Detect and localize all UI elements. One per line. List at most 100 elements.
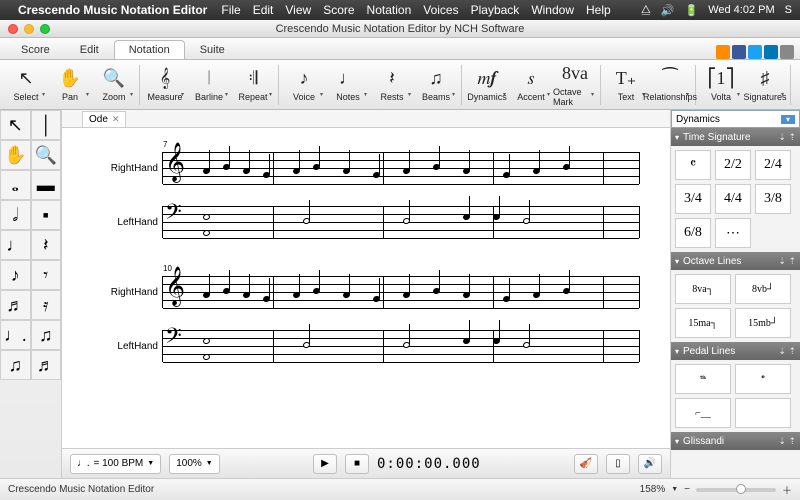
facebook-icon[interactable] xyxy=(732,45,746,59)
volume-icon[interactable]: 🔊 xyxy=(661,4,675,17)
ribbon-accent[interactable]: 𝆍 Accent ▾ xyxy=(509,62,553,108)
menu-playback[interactable]: Playback xyxy=(471,3,520,17)
panel-cell[interactable]: ⋯ xyxy=(715,218,751,248)
voice-icon: ♪ xyxy=(300,68,309,90)
ribbon-barline[interactable]: 𝄀 Barline ▾ xyxy=(187,62,231,108)
wifi-icon[interactable]: ⧋ xyxy=(641,4,651,17)
volume-button[interactable]: 🔊 xyxy=(638,454,662,474)
zoom-box[interactable]: 100% ▼ xyxy=(169,454,220,474)
ribbon-beams[interactable]: ♫ Beams ▾ xyxy=(414,62,458,108)
zoom-slider[interactable] xyxy=(696,488,776,492)
play-button[interactable]: ▶ xyxy=(313,454,337,474)
menu-view[interactable]: View xyxy=(285,3,311,17)
section-octave-lines[interactable]: ▾Octave Lines⇣ ⇡ xyxy=(671,252,800,270)
metronome-button[interactable]: ▯ xyxy=(606,454,630,474)
palette-cell[interactable]: ♪ xyxy=(0,260,31,290)
menu-score[interactable]: Score xyxy=(323,3,354,17)
palette-cell[interactable]: 𝄾 xyxy=(31,260,62,290)
ribbon-signatures[interactable]: ♯ Signatures ▾ xyxy=(743,62,787,108)
palette-cell[interactable]: ▪ xyxy=(31,200,62,230)
menu-file[interactable]: File xyxy=(221,3,240,17)
battery-icon[interactable]: 🔋 xyxy=(685,4,699,17)
ribbon-octave-mark[interactable]: 8va Octave Mark ▾ xyxy=(553,62,597,108)
palette-cell[interactable]: ♩. xyxy=(0,320,31,350)
ribbon-volta[interactable]: ⎡1⎤ Volta ▾ xyxy=(699,62,743,108)
panel-selector[interactable]: Dynamics▾ xyxy=(671,110,800,128)
ribbon-measure[interactable]: 𝄞 Measure ▾ xyxy=(143,62,187,108)
panel-cell[interactable]: ⌐__ xyxy=(675,398,731,428)
palette-cell[interactable]: ♬ xyxy=(31,350,62,380)
palette-cell[interactable]: ▬ xyxy=(31,170,62,200)
ribbon-relationships[interactable]: ⁀ Relationships ▾ xyxy=(648,62,692,108)
staff[interactable]: 𝄢 xyxy=(162,330,640,362)
ribbon-repeat[interactable]: 𝄇 Repeat ▾ xyxy=(231,62,275,108)
share-icon[interactable] xyxy=(780,45,794,59)
close-icon[interactable]: ✕ xyxy=(112,114,120,125)
palette-cell[interactable]: ✋ xyxy=(0,140,31,170)
panel-cell[interactable]: 𝆮 xyxy=(675,364,731,394)
instrument-button[interactable]: 🎻 xyxy=(574,454,598,474)
menu-edit[interactable]: Edit xyxy=(253,3,274,17)
document-tab[interactable]: Ode ✕ xyxy=(82,111,126,127)
user-initial[interactable]: S xyxy=(785,4,792,16)
menu-window[interactable]: Window xyxy=(531,3,574,17)
palette-cell[interactable]: 𝅝 xyxy=(0,170,31,200)
ribbon-select[interactable]: ↖ Select ▾ xyxy=(4,62,48,108)
mac-menus[interactable]: File Edit View Score Notation Voices Playback W… xyxy=(221,3,622,17)
panel-cell[interactable]: 4/4 xyxy=(715,184,751,214)
palette-cell[interactable]: 𝄿 xyxy=(31,290,62,320)
app-name[interactable]: Crescendo Music Notation Editor xyxy=(18,3,207,17)
panel-cell[interactable]: 6/8 xyxy=(675,218,711,248)
panel-cell[interactable]: 3/4 xyxy=(675,184,711,214)
tab-suite[interactable]: Suite xyxy=(185,40,240,59)
panel-cell[interactable]: 2/4 xyxy=(755,150,791,180)
section-glissandi[interactable]: ▾Glissandi⇣ ⇡ xyxy=(671,432,800,450)
palette-cell[interactable]: ♫ xyxy=(31,320,62,350)
tab-edit[interactable]: Edit xyxy=(65,40,114,59)
window-title: Crescendo Music Notation Editor by NCH S… xyxy=(0,23,800,35)
tab-score[interactable]: Score xyxy=(6,40,65,59)
staff[interactable]: 10 𝄞 xyxy=(162,276,640,308)
ribbon-notes[interactable]: ♩ Notes ▾ xyxy=(326,62,370,108)
section-time-signature[interactable]: ▾Time Signature⇣ ⇡ xyxy=(671,128,800,146)
panel-cell[interactable]: 8va┐ xyxy=(675,274,731,304)
panel-cell[interactable]: 15ma┐ xyxy=(675,308,731,338)
palette-cell[interactable]: 𝅗𝅥 xyxy=(0,200,31,230)
linkedin-icon[interactable] xyxy=(764,45,778,59)
palette-cell[interactable]: │ xyxy=(31,110,62,140)
palette-cell[interactable]: ↖ xyxy=(0,110,31,140)
twitter-icon[interactable] xyxy=(748,45,762,59)
home-icon[interactable] xyxy=(716,45,730,59)
ribbon-dynamics[interactable]: 𝆐𝆑 Dynamics ▾ xyxy=(465,62,509,108)
panel-cell[interactable]: 3/8 xyxy=(755,184,791,214)
menu-help[interactable]: Help xyxy=(586,3,611,17)
panel-cell[interactable]: 𝄴 xyxy=(675,150,711,180)
tempo-box[interactable]: ♩. = 100 BPM ▼ xyxy=(70,454,161,474)
panel-cell[interactable]: 15mb┘ xyxy=(735,308,791,338)
stop-button[interactable]: ■ xyxy=(345,454,369,474)
palette-cell[interactable]: 𝄽 xyxy=(31,230,62,260)
ribbon-text[interactable]: T₊ Text ▾ xyxy=(604,62,648,108)
panel-cell[interactable] xyxy=(735,398,791,428)
staff[interactable]: 𝄢 xyxy=(162,206,640,238)
menu-voices[interactable]: Voices xyxy=(423,3,458,17)
tab-notation[interactable]: Notation xyxy=(114,40,185,59)
ribbon-zoom[interactable]: 🔍 Zoom ▾ xyxy=(92,62,136,108)
palette-cell[interactable]: ♬ xyxy=(0,290,31,320)
section-pedal-lines[interactable]: ▾Pedal Lines⇣ ⇡ xyxy=(671,342,800,360)
palette-cell[interactable]: 🔍 xyxy=(31,140,62,170)
document-tabs: Ode ✕ xyxy=(62,110,670,128)
panel-cell[interactable]: 8vb┘ xyxy=(735,274,791,304)
zoom-out-button[interactable]: − xyxy=(684,484,690,495)
panel-cell[interactable]: 2/2 xyxy=(715,150,751,180)
score-canvas[interactable]: RightHand 7 𝄞 LeftHand 𝄢 RightHand 10 𝄞 … xyxy=(62,128,670,448)
palette-cell[interactable]: ♩ xyxy=(0,230,31,260)
staff[interactable]: 7 𝄞 xyxy=(162,152,640,184)
zoom-in-button[interactable]: ＋ xyxy=(782,482,792,497)
ribbon-pan[interactable]: ✋ Pan ▾ xyxy=(48,62,92,108)
menu-notation[interactable]: Notation xyxy=(367,3,412,17)
ribbon-voice[interactable]: ♪ Voice ▾ xyxy=(282,62,326,108)
palette-cell[interactable]: ♫ xyxy=(0,350,31,380)
ribbon-rests[interactable]: 𝄽 Rests ▾ xyxy=(370,62,414,108)
panel-cell[interactable]: 𝆯 xyxy=(735,364,791,394)
